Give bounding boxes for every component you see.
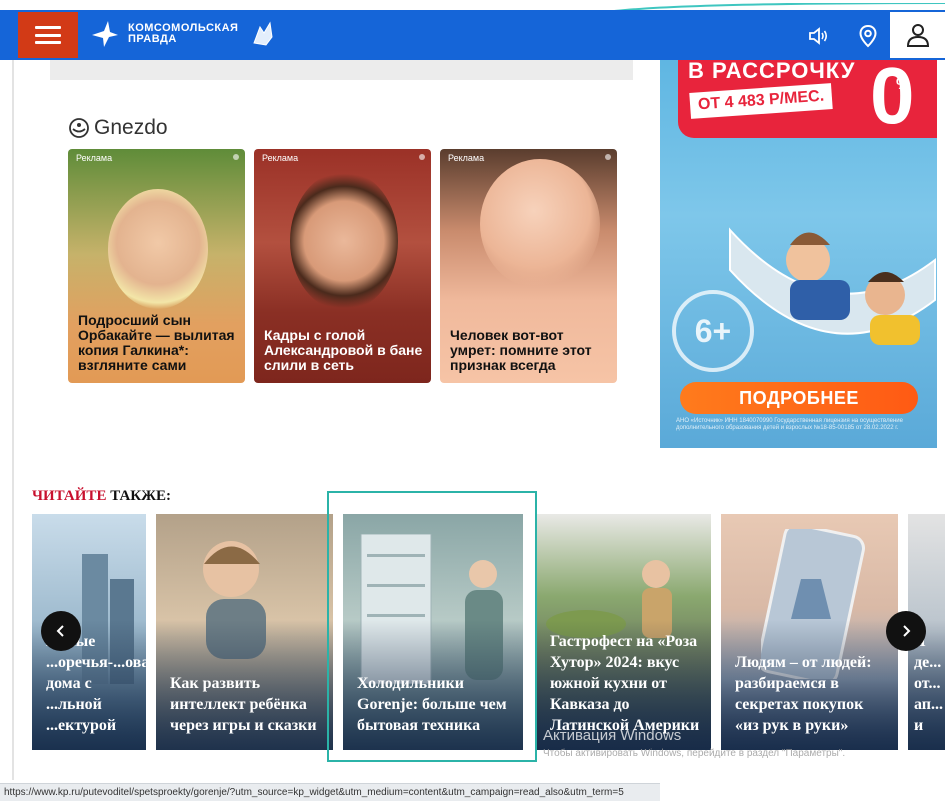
carousel-next-button[interactable] [886, 611, 926, 651]
news-card-4[interactable]: Гастрофест на «Роза Хутор» 2024: вкус юж… [536, 514, 711, 750]
ad-caption: Кадры с голой Александровой в бане слили… [264, 327, 423, 373]
news-photo [546, 560, 672, 638]
user-icon [906, 24, 929, 47]
read-also-label-red: ЧИТАЙТЕ [32, 488, 107, 504]
site-logo[interactable]: КОМСОМОЛЬСКАЯ ПРАВДА [90, 14, 300, 54]
mascot-badge-icon [253, 21, 273, 46]
gnezdo-logo[interactable]: Gnezdo [68, 116, 168, 140]
page-left-border [12, 60, 14, 780]
ad-tag: Реклама [448, 153, 485, 163]
ad-tag: Реклама [262, 153, 299, 163]
content-strip [50, 60, 633, 80]
ad-card-2[interactable]: Реклама Кадры с голой Александровой в ба… [254, 149, 431, 383]
banner-fine-print: АНО «Источник» ИНН 1840070990 Государств… [676, 418, 903, 431]
ad-info-icon[interactable] [605, 154, 611, 160]
ad-photo [108, 189, 208, 309]
news-photo [203, 541, 266, 659]
menu-icon [35, 26, 61, 44]
ad-card-3[interactable]: Реклама Человек вот-вот умрет: помните э… [440, 149, 617, 383]
banner-zero: 0 [870, 60, 915, 140]
sound-icon[interactable] [806, 24, 830, 48]
chevron-left-icon [56, 625, 64, 637]
header-accent-line [599, 0, 945, 14]
ad-photo [480, 159, 600, 289]
banner-title: В РАССРОЧКУ [688, 60, 856, 83]
ad-photo [290, 171, 398, 311]
chevron-right-icon [903, 625, 911, 637]
ad-info-icon[interactable] [419, 154, 425, 160]
ad-info-icon[interactable] [233, 154, 239, 160]
news-card-title: Холодильники Gorenje: больше чем бытовая… [357, 675, 507, 734]
user-account-button[interactable] [890, 12, 945, 58]
carousel-prev-button[interactable] [41, 611, 81, 651]
gnezdo-brand: Gnezdo [94, 116, 168, 139]
gnezdo-nest-icon [69, 118, 89, 138]
logo-line-2: ПРАВДА [128, 33, 177, 45]
status-bar-url: https://www.kp.ru/putevoditel/spetsproek… [0, 783, 660, 801]
ad-tag: Реклама [76, 153, 113, 163]
windows-activation-subtitle: Чтобы активировать Windows, перейдите в … [543, 748, 846, 759]
news-card-2[interactable]: Как развить интеллект ребёнка через игры… [156, 514, 333, 750]
banner-age-rating: 6+ [672, 290, 754, 372]
banner-ad[interactable]: В РАССРОЧКУ ОТ 4 483 Р/МЕС. 0 % 6+ ПОДРО… [660, 60, 937, 448]
read-also-label-black: ТАКЖЕ: [110, 488, 172, 504]
news-card-title: Людям – от людей: разбираемся в секретах… [735, 654, 872, 734]
location-pin-icon[interactable] [856, 24, 880, 48]
read-also-heading: ЧИТАЙТЕ ТАКЖЕ: [32, 488, 171, 505]
ad-caption: Подросший сын Орбакайте — вылитая копия … [78, 312, 235, 373]
news-card-5[interactable]: Людям – от людей: разбираемся в секретах… [721, 514, 898, 750]
news-card-title: Как развить интеллект ребёнка через игры… [170, 675, 317, 734]
ad-card-1[interactable]: Реклама Подросший сын Орбакайте — вылита… [68, 149, 245, 383]
news-card-title: Гастрофест на «Роза Хутор» 2024: вкус юж… [550, 633, 700, 734]
banner-details-button[interactable]: ПОДРОБНЕЕ [680, 382, 918, 414]
ad-caption: Человек вот-вот умрет: помните этот приз… [450, 327, 592, 373]
star-logo-icon [92, 21, 118, 47]
banner-percent: % [896, 76, 911, 93]
windows-activation-title: Активация Windows [543, 727, 682, 744]
menu-button[interactable] [18, 12, 78, 58]
